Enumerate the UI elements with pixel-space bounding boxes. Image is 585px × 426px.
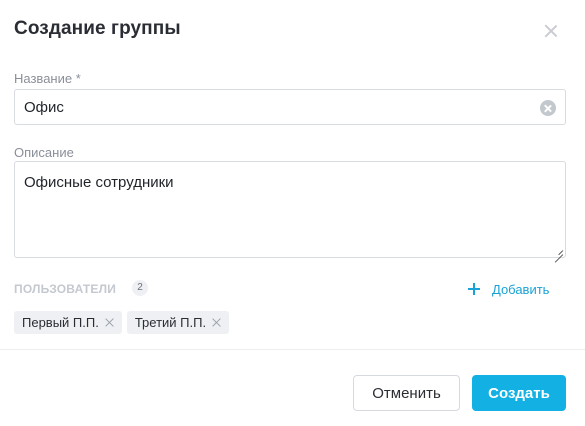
description-value: Офисные сотрудники (24, 174, 174, 191)
footer-divider (0, 349, 585, 350)
user-chip-label: Первый П.П. (22, 315, 99, 330)
user-chip-label: Третий П.П. (134, 315, 207, 330)
users-count-badge: 2 (132, 280, 148, 296)
create-button[interactable]: Создать (472, 375, 566, 411)
name-input[interactable]: Офис (14, 89, 566, 125)
close-icon[interactable] (105, 318, 114, 327)
user-chip: Первый П.П. (14, 311, 122, 334)
close-icon[interactable] (544, 24, 558, 38)
users-section-heading: ПОЛЬЗОВАТЕЛИ (14, 282, 117, 296)
add-user-button[interactable]: Добавить (468, 279, 549, 299)
cancel-button[interactable]: Отменить (353, 375, 460, 411)
name-field-label: Название * (14, 71, 81, 86)
close-icon[interactable] (212, 318, 221, 327)
dialog-title: Создание группы (14, 18, 181, 39)
required-mark: * (75, 71, 81, 86)
create-group-dialog: Создание группы Название * Офис Описание… (0, 0, 585, 426)
plus-icon (468, 283, 480, 295)
resize-handle-icon[interactable] (553, 245, 563, 255)
description-field-label: Описание (14, 145, 74, 160)
description-textarea[interactable]: Офисные сотрудники (14, 161, 566, 258)
name-label-text: Название (14, 71, 73, 86)
user-chips: Первый П.П. Третий П.П. (14, 311, 230, 334)
add-user-label: Добавить (492, 281, 550, 297)
clear-input-icon[interactable] (540, 100, 556, 116)
name-input-value: Офис (24, 99, 64, 116)
user-chip: Третий П.П. (126, 311, 230, 334)
